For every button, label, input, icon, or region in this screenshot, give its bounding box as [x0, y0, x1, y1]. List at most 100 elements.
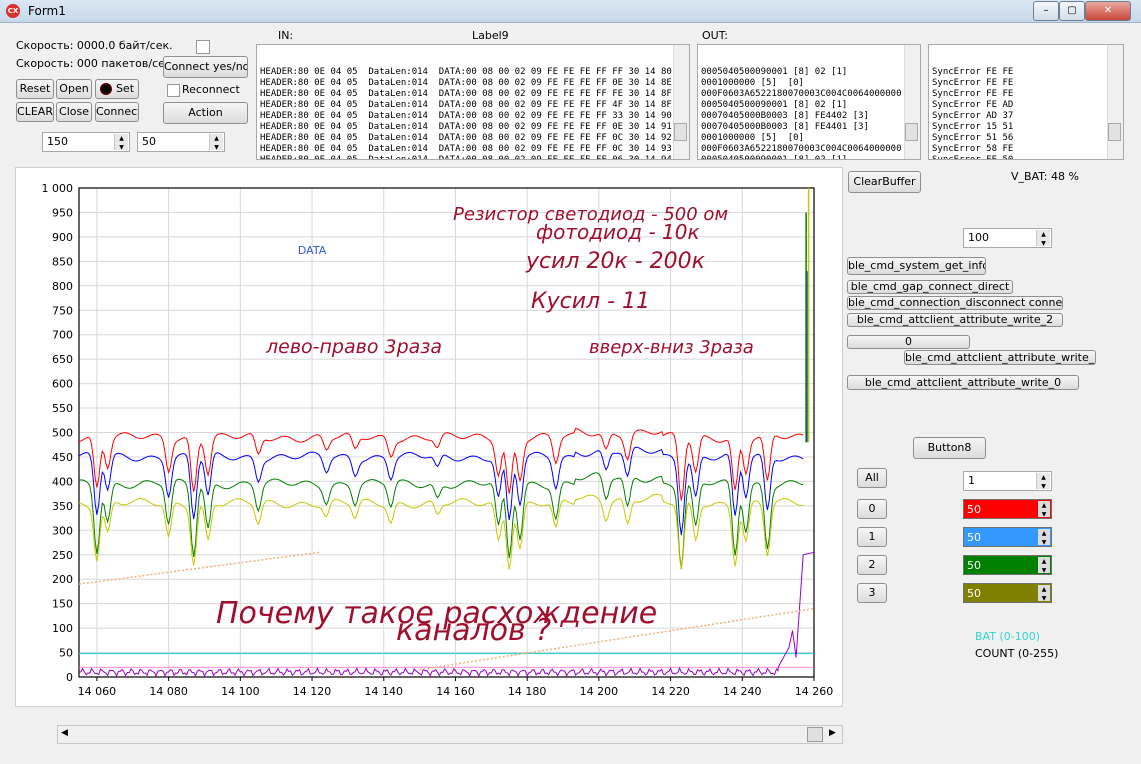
spin-arrows-icon[interactable]: ▲ ▼ [1038, 585, 1050, 602]
memo-line: HEADER:80 0E 04 05 DataLen:014 DATA:00 0… [260, 89, 672, 99]
scroll-left-icon[interactable]: ◀ [61, 728, 68, 738]
spinner-right-top-value: 100 [968, 231, 989, 244]
channel-all-button[interactable]: All [857, 468, 887, 488]
action-button[interactable]: Action [163, 102, 248, 124]
memo-line: 00070405000B0003 [8] FE4402 [3] [701, 111, 869, 121]
y-tick-label: 700 [52, 329, 73, 342]
y-tick-label: 350 [52, 500, 73, 513]
chart-scrollbar[interactable]: ◀ ▶ [57, 725, 843, 744]
y-tick-label: 600 [52, 378, 73, 391]
y-tick-label: 500 [52, 427, 73, 440]
spinner-left-a[interactable]: 150 ▲ ▼ [42, 132, 130, 152]
handwritten-annotation: лево-право 3раза [265, 336, 442, 358]
channel-select-spinner[interactable]: 1 ▲ ▼ [963, 471, 1052, 491]
x-tick-label: 14 140 [365, 685, 404, 698]
connected-checkbox[interactable] [196, 40, 210, 54]
spin-arrows-icon[interactable]: ▲ ▼ [1038, 557, 1050, 574]
clear-buffer-button[interactable]: ClearBuffer [848, 171, 921, 193]
memo-line: SyncError FE FE [932, 89, 1014, 99]
channel-1-button[interactable]: 1 [857, 527, 887, 547]
memo-scrollbar[interactable] [1107, 45, 1123, 159]
spin-arrows-icon[interactable]: ▲ ▼ [209, 134, 223, 151]
channel-1-spinner[interactable]: 50 ▲ ▼ [963, 527, 1052, 547]
x-tick-label: 14 080 [149, 685, 188, 698]
x-tick-label: 14 220 [651, 685, 690, 698]
button8[interactable]: Button8 [913, 437, 986, 459]
spin-arrows-icon[interactable]: ▲ ▼ [1038, 501, 1050, 518]
spin-arrows-icon[interactable]: ▲ ▼ [1036, 230, 1050, 247]
channel-2-button[interactable]: 2 [857, 555, 887, 575]
connect-button[interactable]: Connect [95, 102, 139, 122]
y-tick-label: 100 [52, 622, 73, 635]
chart-panel: 0 50 100 150 200 250 300 350 400 450 500 550 600 650 7… [15, 167, 843, 707]
channel-3-value: 50 [967, 587, 981, 600]
connect-yes-no-button[interactable]: Connect yes/no [163, 56, 248, 78]
y-tick-label: 200 [52, 573, 73, 586]
y-tick-label: 400 [52, 475, 73, 488]
ble-system-get-info-button[interactable]: ble_cmd_system_get_info [847, 257, 986, 275]
set-button[interactable]: Set [95, 79, 139, 99]
y-tick-label: 800 [52, 280, 73, 293]
x-tick-label: 14 260 [795, 685, 834, 698]
out-label: OUT: [702, 29, 728, 42]
clear-button[interactable]: CLEAR [16, 102, 54, 122]
scroll-right-icon[interactable]: ▶ [829, 728, 836, 738]
series-label: DATA [298, 244, 327, 257]
reconnect-checkbox[interactable] [167, 84, 180, 97]
y-tick-label: 50 [59, 647, 73, 660]
ble-attclient-write-0-button[interactable]: ble_cmd_attclient_attribute_write_0 [847, 375, 1079, 390]
spin-arrows-icon[interactable]: ▲ ▼ [114, 134, 128, 151]
spinner-right-top[interactable]: 100 ▲ ▼ [963, 228, 1052, 248]
sync-memo[interactable]: SyncError FE FE SyncError FE FE SyncError … [928, 44, 1124, 160]
memo-line: SyncError AD 37 [932, 111, 1014, 121]
memo-line: SyncError FE 50 [932, 155, 1014, 160]
ble-gap-connect-direct-button[interactable]: ble_cmd_gap_connect_direct [847, 280, 1013, 294]
y-tick-label: 0 [66, 671, 73, 684]
speed-packets-label: Скорость: 000 пакетов/сек. [16, 57, 176, 70]
zero-button[interactable]: 0 [847, 335, 970, 349]
y-tick-label: 750 [52, 304, 73, 317]
scroll-thumb[interactable] [807, 727, 823, 742]
y-tick-label: 150 [52, 598, 73, 611]
memo-line: HEADER:80 0E 04 05 DataLen:014 DATA:00 0… [260, 111, 672, 121]
y-tick-label: 900 [52, 231, 73, 244]
spinner-left-b[interactable]: 50 ▲ ▼ [137, 132, 225, 152]
memo-line: 000F0603A6522180070003C004C0064000000 [ [701, 144, 913, 154]
y-tick-label: 1 000 [42, 182, 74, 195]
maximize-icon[interactable]: ▢ [1059, 1, 1085, 21]
ble-attclient-write-1-button[interactable]: ble_cmd_attclient_attribute_write_1 [904, 350, 1096, 365]
reset-button[interactable]: Reset [16, 79, 54, 99]
channel-1-value: 50 [967, 531, 981, 544]
open-button[interactable]: Open [56, 79, 92, 99]
channel-3-button[interactable]: 3 [857, 583, 887, 603]
x-tick-label: 14 100 [221, 685, 260, 698]
spin-arrows-icon[interactable]: ▲ ▼ [1036, 473, 1050, 490]
memo-line: SyncError FE FE [932, 67, 1014, 77]
x-tick-label: 14 060 [78, 685, 117, 698]
handwritten-annotation: каналов ? [396, 613, 551, 648]
channel-2-spinner[interactable]: 50 ▲ ▼ [963, 555, 1052, 575]
close-button[interactable]: Close [56, 102, 92, 122]
ble-attclient-write-2-button[interactable]: ble_cmd_attclient_attribute_write_2 [847, 313, 1063, 327]
out-memo[interactable]: 0005040500090001 [8] 02 [1] 0001000000 [5… [697, 44, 921, 160]
y-tick-label: 650 [52, 353, 73, 366]
count-legend: COUNT (0-255) [975, 647, 1059, 660]
channel-3-spinner[interactable]: 50 ▲ ▼ [963, 583, 1052, 603]
channel-0-button[interactable]: 0 [857, 499, 887, 519]
in-memo[interactable]: HEADER:80 0E 04 05 DataLen:014 DATA:00 0… [256, 44, 690, 160]
close-window-icon[interactable]: ✕ [1085, 1, 1131, 21]
memo-scrollbar[interactable] [904, 45, 920, 159]
channel-0-spinner[interactable]: 50 ▲ ▼ [963, 499, 1052, 519]
spinner-left-a-value: 150 [47, 135, 68, 148]
memo-line: HEADER:80 0E 04 05 DataLen:014 DATA:00 0… [260, 100, 672, 110]
y-tick-label: 850 [52, 255, 73, 268]
spin-arrows-icon[interactable]: ▲ ▼ [1038, 529, 1050, 546]
bat-legend: BAT (0-100) [975, 630, 1040, 643]
led-indicator-icon [100, 83, 112, 95]
memo-scrollbar[interactable] [673, 45, 689, 159]
channel-2-value: 50 [967, 559, 981, 572]
ble-connection-disconnect-button[interactable]: ble_cmd_connection_disconnect connection [847, 296, 1063, 310]
minimize-icon[interactable]: – [1033, 1, 1059, 21]
in-label: IN: [278, 29, 294, 42]
window-title: Form1 [28, 4, 66, 18]
